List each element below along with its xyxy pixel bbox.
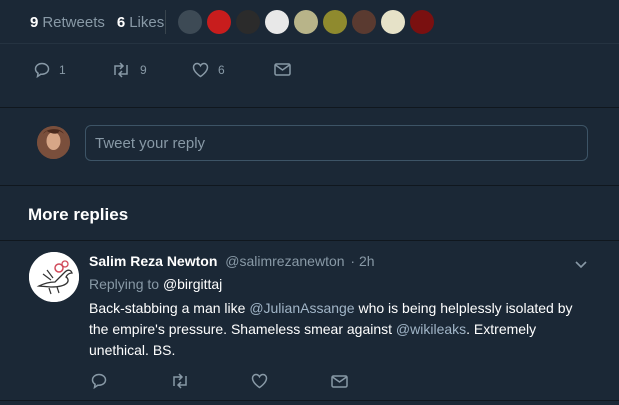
envelope-icon: [274, 63, 291, 76]
divider: [0, 185, 619, 186]
text-part: Back-stabbing a man like: [89, 300, 250, 316]
replying-to-link[interactable]: @birgittaj: [163, 276, 222, 292]
reply-action[interactable]: 1: [34, 62, 66, 78]
like-count: 6: [218, 63, 225, 77]
liker-avatar[interactable]: [294, 10, 318, 34]
replying-to: Replying to @birgittaj: [89, 276, 222, 292]
message-action[interactable]: [274, 62, 291, 77]
retweet-icon: [114, 62, 128, 78]
replying-prefix: Replying to: [89, 276, 160, 292]
retweet-action[interactable]: 9: [111, 62, 147, 78]
liker-avatar[interactable]: [323, 10, 347, 34]
chevron-down-icon[interactable]: [575, 256, 587, 272]
liker-avatar[interactable]: [381, 10, 405, 34]
reply-input[interactable]: Tweet your reply: [85, 125, 588, 161]
reply-author: Salim Reza Newton @salimrezanewton · 2h: [89, 253, 375, 269]
author-display-name[interactable]: Salim Reza Newton: [89, 253, 217, 269]
liker-avatar[interactable]: [207, 10, 231, 34]
likes-count[interactable]: 6: [117, 14, 125, 31]
retweet-icon: [173, 373, 187, 389]
like-action[interactable]: 6: [192, 62, 225, 78]
likes-label[interactable]: Likes: [129, 14, 164, 31]
reply-icon: [34, 62, 50, 78]
mention-link[interactable]: @JulianAssange: [249, 300, 354, 316]
reply-retweet-action[interactable]: [170, 373, 190, 389]
retweets-label[interactable]: Retweets: [42, 14, 105, 31]
liker-avatar[interactable]: [178, 10, 202, 34]
reply-like-action[interactable]: [251, 373, 268, 389]
liker-avatar[interactable]: [410, 10, 434, 34]
reply-message-action[interactable]: [331, 374, 348, 389]
divider: [0, 400, 619, 401]
reply-count: 1: [59, 63, 66, 77]
divider: [0, 240, 619, 241]
author-handle[interactable]: @salimrezanewton: [225, 253, 344, 269]
mention-link[interactable]: @wikileaks: [396, 321, 466, 337]
heart-icon: [251, 373, 268, 389]
heart-icon: [192, 62, 209, 78]
reply-reply-action[interactable]: [91, 373, 107, 389]
more-replies-title: More replies: [28, 205, 129, 224]
retweet-count: 9: [140, 63, 147, 77]
reply-author-avatar[interactable]: [29, 252, 79, 302]
liker-avatar[interactable]: [236, 10, 260, 34]
tweet-time[interactable]: · 2h: [350, 253, 374, 269]
liker-avatars: [178, 10, 439, 34]
reply-icon: [91, 373, 107, 389]
liker-avatar[interactable]: [352, 10, 376, 34]
envelope-icon: [331, 375, 348, 388]
tweet-stats: 9 Retweets 6 Likes: [30, 14, 164, 31]
retweets-count[interactable]: 9: [30, 14, 38, 31]
reply-text: Back-stabbing a man like @JulianAssange …: [89, 298, 589, 361]
user-avatar[interactable]: [37, 126, 70, 159]
liker-avatar[interactable]: [265, 10, 289, 34]
stats-divider: [165, 10, 166, 34]
divider: [0, 43, 619, 44]
divider: [0, 107, 619, 108]
